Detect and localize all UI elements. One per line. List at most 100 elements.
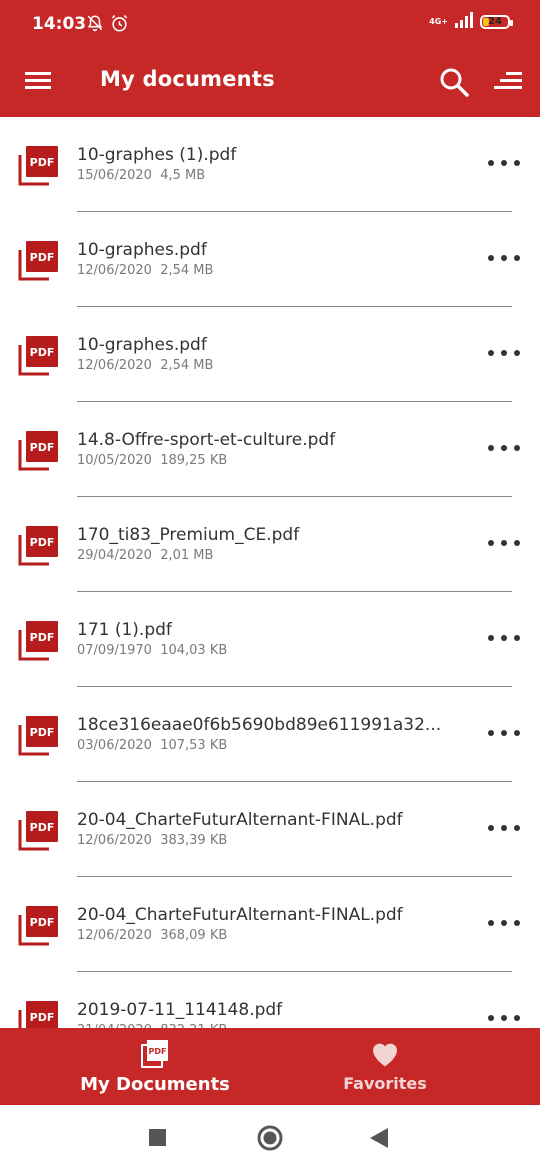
home-button[interactable]	[257, 1125, 283, 1155]
pdf-icon: PDF	[17, 905, 59, 947]
more-icon-dot	[501, 825, 507, 831]
back-icon	[370, 1128, 388, 1148]
status-bar: 14:03 4G+ 24	[0, 0, 540, 50]
more-icon	[488, 350, 494, 356]
battery-level: 24	[488, 16, 502, 27]
more-options-button[interactable]	[488, 436, 520, 460]
document-date: 03/06/2020	[77, 738, 152, 753]
list-item[interactable]: PDF 10-graphes.pdf 12/06/2020 2,54 MB	[0, 212, 540, 307]
more-options-button[interactable]	[488, 816, 520, 840]
document-meta: 12/06/2020 368,09 KB	[77, 928, 227, 943]
more-icon-dot	[501, 730, 507, 736]
more-options-button[interactable]	[488, 531, 520, 555]
document-meta: 15/06/2020 4,5 MB	[77, 168, 205, 183]
document-size: 189,25 KB	[160, 453, 228, 468]
tab-my-documents-label: My Documents	[80, 1074, 230, 1095]
more-icon-dot	[514, 160, 520, 166]
svg-text:PDF: PDF	[30, 916, 55, 929]
recents-button[interactable]	[149, 1129, 166, 1150]
document-date: 07/09/1970	[77, 643, 152, 658]
svg-text:PDF: PDF	[30, 536, 55, 549]
documents-icon: PDF	[139, 1038, 171, 1074]
page-title: My documents	[100, 67, 275, 91]
tab-my-documents[interactable]: PDF My Documents	[20, 1028, 290, 1105]
sort-button[interactable]	[490, 66, 526, 100]
more-icon-dot	[501, 445, 507, 451]
more-options-button[interactable]	[488, 151, 520, 175]
document-date: 10/05/2020	[77, 453, 152, 468]
document-date: 12/06/2020	[77, 263, 152, 278]
alarm-icon	[110, 14, 129, 37]
pdf-icon: PDF	[17, 430, 59, 472]
list-item[interactable]: PDF 10-graphes (1).pdf 15/06/2020 4,5 MB	[0, 117, 540, 212]
battery-icon: 24	[480, 15, 513, 29]
more-icon-dot	[501, 1015, 507, 1021]
pdf-icon: PDF	[17, 620, 59, 662]
tab-favorites-label: Favorites	[343, 1074, 427, 1093]
search-button[interactable]	[436, 64, 472, 100]
svg-text:PDF: PDF	[30, 441, 55, 454]
document-name: 10-graphes (1).pdf	[77, 145, 237, 165]
more-icon	[488, 920, 494, 926]
more-options-button[interactable]	[488, 341, 520, 365]
document-meta: 29/04/2020 2,01 MB	[77, 548, 213, 563]
more-icon-dot	[514, 730, 520, 736]
document-meta: 12/06/2020 2,54 MB	[77, 358, 213, 373]
list-item[interactable]: PDF 18ce316eaae0f6b5690bd89e611991a32... 0…	[0, 687, 540, 782]
more-options-button[interactable]	[488, 626, 520, 650]
more-icon-dot	[514, 540, 520, 546]
list-item[interactable]: PDF 170_ti83_Premium_CE.pdf 29/04/2020 2,0…	[0, 497, 540, 592]
more-options-button[interactable]	[488, 721, 520, 745]
svg-text:PDF: PDF	[30, 821, 55, 834]
list-item[interactable]: PDF 20-04_CharteFuturAlternant-FINAL.pdf 1…	[0, 782, 540, 877]
more-options-button[interactable]	[488, 911, 520, 935]
more-icon	[488, 1015, 494, 1021]
document-meta: 10/05/2020 189,25 KB	[77, 453, 227, 468]
list-item[interactable]: PDF 171 (1).pdf 07/09/1970 104,03 KB	[0, 592, 540, 687]
back-button[interactable]	[370, 1128, 388, 1152]
document-name: 20-04_CharteFuturAlternant-FINAL.pdf	[77, 810, 403, 830]
pdf-icon: PDF	[17, 240, 59, 282]
document-meta: 12/06/2020 383,39 KB	[77, 833, 227, 848]
pdf-icon: PDF	[17, 810, 59, 852]
pdf-icon: PDF	[17, 715, 59, 757]
more-options-button[interactable]	[488, 1006, 520, 1028]
svg-text:PDF: PDF	[30, 251, 55, 264]
document-date: 12/06/2020	[77, 358, 152, 373]
document-meta: 07/09/1970 104,03 KB	[77, 643, 227, 658]
screen: 14:03 4G+ 24 My documents PDF 10-graphes…	[0, 0, 540, 1170]
list-item[interactable]: PDF 14.8-Offre-sport-et-culture.pdf 10/05/…	[0, 402, 540, 497]
more-icon-dot	[501, 160, 507, 166]
menu-button[interactable]	[22, 68, 56, 98]
list-item[interactable]: PDF2019-07-11_114148.pdf21/04/2020 832,2…	[0, 972, 540, 1028]
document-name: 10-graphes.pdf	[77, 240, 207, 260]
more-icon	[488, 160, 494, 166]
document-list: PDF 10-graphes (1).pdf 15/06/2020 4,5 MB PD…	[0, 117, 540, 1028]
more-options-button[interactable]	[488, 246, 520, 270]
list-item[interactable]: PDF 10-graphes.pdf 12/06/2020 2,54 MB	[0, 307, 540, 402]
list-item[interactable]: PDF 20-04_CharteFuturAlternant-FINAL.pdf 1…	[0, 877, 540, 972]
document-date: 15/06/2020	[77, 168, 152, 183]
more-icon-dot	[514, 445, 520, 451]
pdf-icon: PDF	[17, 145, 59, 187]
more-icon	[488, 635, 494, 641]
status-right: 4G+ 24	[429, 12, 513, 32]
document-meta: 03/06/2020 107,53 KB	[77, 738, 227, 753]
silent-icon	[86, 14, 104, 36]
more-icon-dot	[514, 255, 520, 261]
more-icon	[488, 825, 494, 831]
document-name: 10-graphes.pdf	[77, 335, 207, 355]
svg-text:PDF: PDF	[30, 726, 55, 739]
svg-text:PDF: PDF	[30, 346, 55, 359]
more-icon-dot	[514, 635, 520, 641]
document-size: 4,5 MB	[160, 168, 206, 183]
svg-text:PDF: PDF	[149, 1047, 167, 1056]
more-icon-dot	[514, 1015, 520, 1021]
tab-favorites[interactable]: Favorites	[270, 1028, 500, 1105]
status-time: 14:03	[32, 14, 87, 34]
sort-icon	[494, 72, 522, 89]
pdf-icon: PDF	[17, 335, 59, 377]
document-size: 383,39 KB	[160, 833, 228, 848]
more-icon-dot	[501, 255, 507, 261]
document-meta: 12/06/2020 2,54 MB	[77, 263, 213, 278]
